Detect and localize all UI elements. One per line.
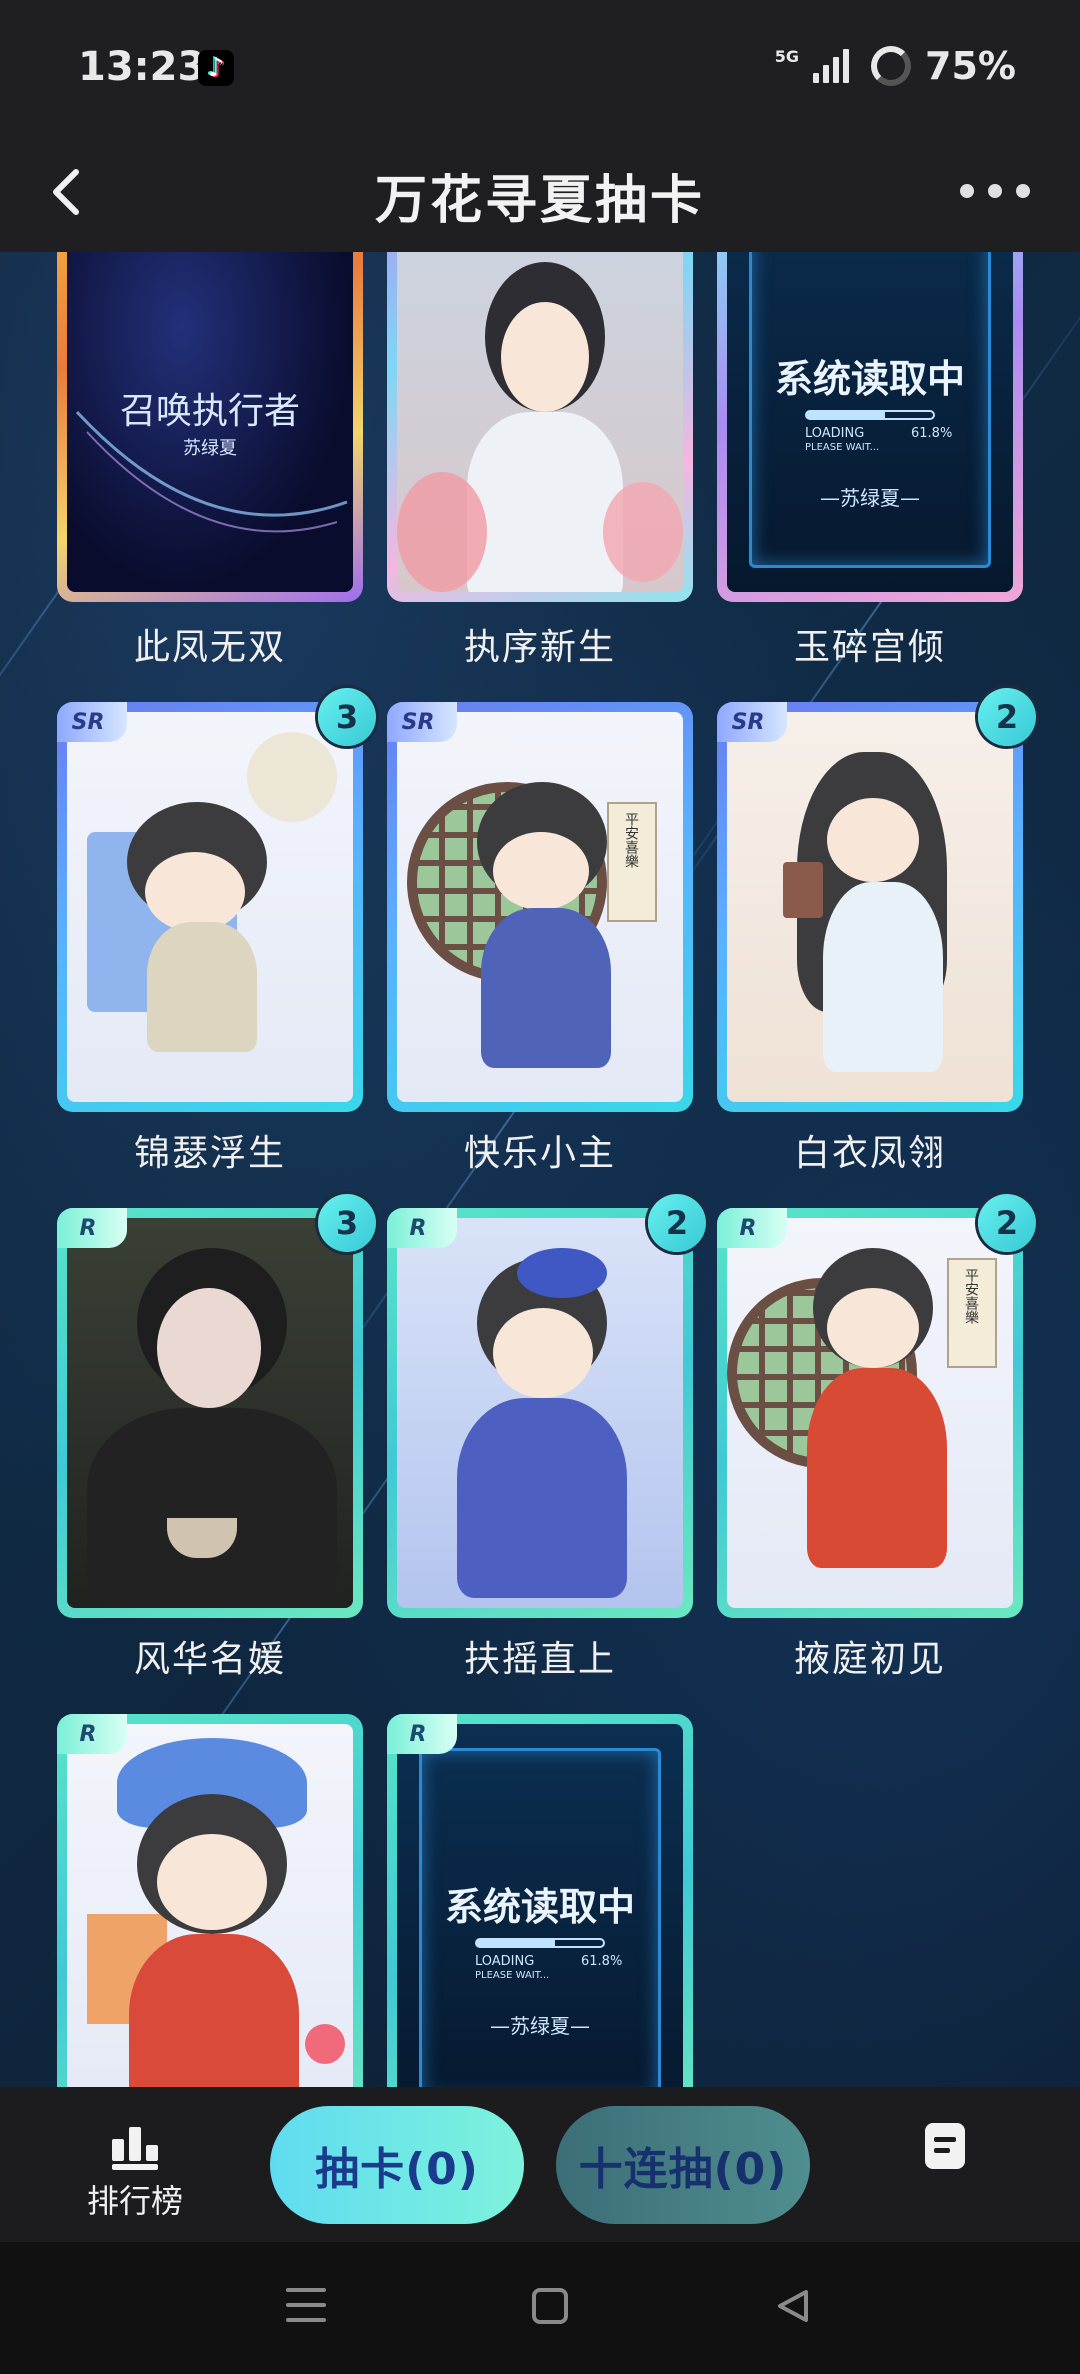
card-grid[interactable]: 召唤执行者 苏绿夏 此凤无双 执序新生 系统读取中 LOADING 61.8% … <box>0 252 1080 2087</box>
system-nav-bar <box>0 2242 1080 2374</box>
card-art: 平安喜樂 <box>397 712 683 1102</box>
rarity-badge: R <box>717 1208 787 1248</box>
rarity-badge: SR <box>57 702 127 742</box>
action-bar: 排行榜 抽卡(0) 十连抽(0) <box>0 2087 1080 2242</box>
rarity-badge: R <box>387 1208 457 1248</box>
status-time: 13:23 <box>78 44 206 90</box>
count-badge: 3 <box>318 1194 376 1252</box>
network-label: 5G <box>774 46 800 66</box>
battery-level: 75% <box>925 44 1016 88</box>
loading-label: LOADING <box>475 1954 535 1969</box>
more-icon[interactable] <box>960 184 1030 198</box>
tiktok-icon: ♪ <box>198 50 234 86</box>
loading-wait: PLEASE WAIT... <box>805 442 880 453</box>
loading-percent: 61.8% <box>581 1954 623 1969</box>
status-bar: 13:23 ♪ 5G 75% <box>0 0 1080 130</box>
card-item[interactable] <box>387 252 693 602</box>
rarity-badge: R <box>387 1714 457 1754</box>
card-name: 此凤无双 <box>133 627 286 668</box>
card-item[interactable]: SR <box>717 702 1023 1112</box>
leaderboard-label: 排行榜 <box>86 2182 183 2220</box>
scroll-text: 平安喜樂 <box>963 1268 979 1324</box>
card-art: 平安喜樂 <box>727 1218 1013 1608</box>
card-art <box>397 252 683 592</box>
card-art <box>67 1218 353 1608</box>
card-art <box>397 1218 683 1608</box>
app-header: 万花寻夏抽卡 <box>0 130 1080 252</box>
rank-icon <box>70 2125 200 2161</box>
card-name: 风华名媛 <box>133 1639 286 1680</box>
count-badge: 2 <box>978 1194 1036 1252</box>
card-art <box>67 712 353 1102</box>
scroll-text: 平安喜樂 <box>623 812 639 868</box>
card-art: 系统读取中 LOADING 61.8% PLEASE WAIT... —苏绿夏— <box>397 1724 683 2087</box>
status-indicators: 5G 75% <box>775 44 1016 88</box>
card-name: 白衣凤翎 <box>793 1133 946 1174</box>
card-name: 执序新生 <box>463 627 616 668</box>
card-name: 锦瑟浮生 <box>133 1133 286 1174</box>
nav-back-icon[interactable] <box>772 2286 812 2326</box>
card-item[interactable]: 召唤执行者 苏绿夏 <box>57 252 363 602</box>
draw-one-button[interactable]: 抽卡(0) <box>270 2106 524 2224</box>
rarity-badge: SR <box>387 702 457 742</box>
battery-icon <box>871 46 912 86</box>
nav-home-icon[interactable] <box>532 2288 568 2324</box>
card-art-title: 系统读取中 <box>774 357 965 401</box>
draw-ten-button[interactable]: 十连抽(0) <box>556 2106 810 2224</box>
card-name: 玉碎宫倾 <box>793 627 946 668</box>
loading-label: LOADING <box>805 426 865 441</box>
card-art <box>727 712 1013 1102</box>
leaderboard-button[interactable]: 排行榜 <box>70 2125 200 2225</box>
card-art <box>67 1724 353 2087</box>
rarity-badge: R <box>57 1714 127 1754</box>
card-item[interactable]: SR <box>57 702 363 1112</box>
rarity-badge: R <box>57 1208 127 1248</box>
count-badge: 2 <box>978 688 1036 746</box>
card-name: 快乐小主 <box>463 1133 616 1174</box>
count-badge: 3 <box>318 688 376 746</box>
loading-percent: 61.8% <box>911 426 953 441</box>
signal-icon <box>813 49 850 83</box>
rarity-badge: SR <box>717 702 787 742</box>
card-item[interactable]: R <box>57 1714 363 2087</box>
card-art-subtitle: —苏绿夏— <box>820 486 920 510</box>
card-item[interactable]: 平安喜樂 R <box>717 1208 1023 1618</box>
loading-wait: PLEASE WAIT... <box>475 1970 550 1981</box>
count-badge: 2 <box>648 1194 706 1252</box>
card-item[interactable]: 系统读取中 LOADING 61.8% PLEASE WAIT... —苏绿夏— <box>717 252 1023 602</box>
card-name: 掖庭初见 <box>793 1639 946 1680</box>
card-item[interactable]: R <box>57 1208 363 1618</box>
card-art-subtitle: —苏绿夏— <box>490 2014 590 2038</box>
card-art: 召唤执行者 苏绿夏 <box>67 252 353 592</box>
doc-icon[interactable] <box>925 2123 965 2169</box>
card-name: 扶摇直上 <box>463 1639 616 1680</box>
card-item[interactable]: 系统读取中 LOADING 61.8% PLEASE WAIT... —苏绿夏—… <box>387 1714 693 2087</box>
card-art-title: 系统读取中 <box>444 1885 635 1929</box>
card-art: 系统读取中 LOADING 61.8% PLEASE WAIT... —苏绿夏— <box>727 252 1013 592</box>
card-item[interactable]: 平安喜樂 SR <box>387 702 693 1112</box>
page-title: 万花寻夏抽卡 <box>374 171 705 231</box>
nav-menu-icon[interactable] <box>286 2288 326 2333</box>
card-item[interactable]: R <box>387 1208 693 1618</box>
